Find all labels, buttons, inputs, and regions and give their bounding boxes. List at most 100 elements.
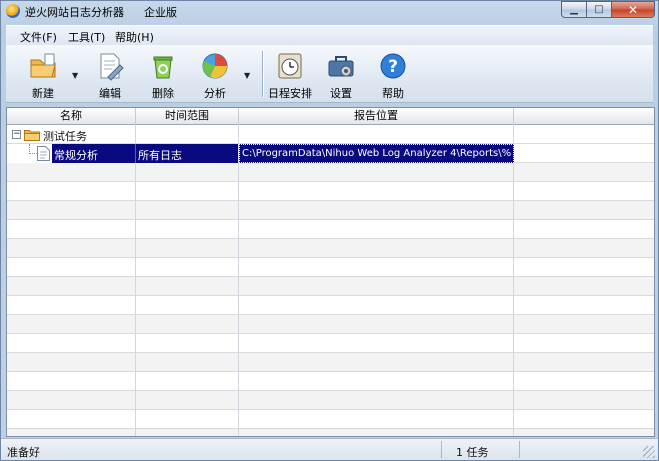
task-grid[interactable]: 名称 时间范围 报告位置 − 测试任务 常规分析 所有日志 C:\Program… xyxy=(6,107,655,437)
empty-row xyxy=(7,296,654,315)
empty-cell xyxy=(136,372,239,391)
menu-help[interactable]: 帮助(H) xyxy=(115,29,154,45)
status-text: 准备好 xyxy=(7,446,40,459)
empty-row xyxy=(7,353,654,372)
app-logo-icon xyxy=(6,4,20,18)
task-count: 1 任务 xyxy=(456,446,489,459)
window-title: 逆火网站日志分析器 xyxy=(25,6,124,19)
resize-grip-icon[interactable] xyxy=(643,446,655,458)
column-header-time-range[interactable]: 时间范围 xyxy=(136,108,239,125)
column-header-extra[interactable] xyxy=(514,108,654,125)
empty-cell xyxy=(136,334,239,353)
toolbar: 新建 ▼ 编辑 删除 分析 ▼ 日程安排 设置 ? 帮助 xyxy=(6,45,653,103)
empty-cell xyxy=(239,296,514,315)
empty-cell xyxy=(514,410,654,429)
empty-cell xyxy=(136,296,239,315)
empty-cell xyxy=(7,410,136,429)
empty-cell xyxy=(7,391,136,410)
delete-button[interactable]: 删除 xyxy=(139,49,187,101)
empty-row xyxy=(7,334,654,353)
empty-cell xyxy=(136,353,239,372)
table-row-task[interactable]: 常规分析 所有日志 C:\ProgramData\Nihuo Web Log A… xyxy=(7,144,654,163)
empty-cell xyxy=(514,258,654,277)
empty-cell xyxy=(7,258,136,277)
table-row-group[interactable]: − 测试任务 xyxy=(7,125,654,144)
recycle-bin-icon xyxy=(153,56,173,79)
edit-button-label: 编辑 xyxy=(99,87,121,100)
window-controls: ▁ □ ✕ xyxy=(561,1,655,18)
help-button[interactable]: ? 帮助 xyxy=(369,49,417,101)
empty-row xyxy=(7,163,654,182)
empty-cell xyxy=(239,163,514,182)
edit-button[interactable]: 编辑 xyxy=(86,49,134,101)
collapse-icon[interactable]: − xyxy=(12,130,21,139)
empty-cell xyxy=(7,201,136,220)
empty-cell xyxy=(136,201,239,220)
menu-tools[interactable]: 工具(T) xyxy=(68,29,105,45)
title-bar[interactable]: 逆火网站日志分析器 企业版 ▁ □ ✕ xyxy=(1,1,658,21)
delete-button-label: 删除 xyxy=(152,87,174,100)
empty-cell xyxy=(136,182,239,201)
empty-cell xyxy=(7,353,136,372)
empty-row xyxy=(7,429,654,436)
empty-cell xyxy=(239,220,514,239)
column-header-report-location[interactable]: 报告位置 xyxy=(239,108,514,125)
empty-cell xyxy=(239,239,514,258)
analyze-button[interactable]: 分析 xyxy=(191,49,239,101)
empty-cell xyxy=(136,429,239,436)
help-button-label: 帮助 xyxy=(382,87,404,100)
empty-cell xyxy=(239,277,514,296)
empty-cell xyxy=(239,315,514,334)
empty-cell xyxy=(239,182,514,201)
menu-file[interactable]: 文件(F) xyxy=(20,29,57,45)
help-icon: ? xyxy=(380,53,406,79)
empty-cell xyxy=(514,277,654,296)
empty-cell xyxy=(136,163,239,182)
close-icon: ✕ xyxy=(627,2,639,17)
close-button[interactable]: ✕ xyxy=(612,1,655,18)
empty-cell xyxy=(136,410,239,429)
empty-cell xyxy=(7,334,136,353)
empty-row xyxy=(7,220,654,239)
cell-report-location xyxy=(239,125,514,144)
empty-cell xyxy=(136,239,239,258)
folder-icon xyxy=(24,130,40,141)
minimize-button[interactable]: ▁ xyxy=(561,1,587,18)
new-button[interactable]: 新建 xyxy=(19,49,67,101)
empty-cell xyxy=(239,391,514,410)
analyze-dropdown-icon[interactable]: ▼ xyxy=(244,71,250,80)
empty-cell xyxy=(514,239,654,258)
empty-cell xyxy=(239,429,514,436)
empty-cell xyxy=(239,258,514,277)
empty-cell xyxy=(136,220,239,239)
edition-label: 企业版 xyxy=(144,6,177,19)
svg-text:?: ? xyxy=(388,57,398,77)
empty-cell xyxy=(239,334,514,353)
empty-row xyxy=(7,201,654,220)
empty-cell xyxy=(514,163,654,182)
clock-icon xyxy=(278,53,302,79)
settings-button[interactable]: 设置 xyxy=(317,49,365,101)
status-bar: 准备好 1 任务 xyxy=(1,438,658,460)
empty-cell xyxy=(7,163,136,182)
cell-report-location: C:\ProgramData\Nihuo Web Log Analyzer 4\… xyxy=(239,144,514,163)
empty-cell xyxy=(136,391,239,410)
cell-extra xyxy=(514,144,654,163)
empty-cell xyxy=(7,315,136,334)
maximize-icon: □ xyxy=(594,4,604,15)
empty-cell xyxy=(7,277,136,296)
empty-cell xyxy=(514,334,654,353)
empty-cell xyxy=(514,315,654,334)
maximize-button[interactable]: □ xyxy=(587,1,612,18)
new-button-label: 新建 xyxy=(32,87,54,100)
empty-cell xyxy=(136,315,239,334)
column-header-name[interactable]: 名称 xyxy=(7,108,136,125)
empty-cell xyxy=(239,372,514,391)
empty-cell xyxy=(239,410,514,429)
new-dropdown-icon[interactable]: ▼ xyxy=(72,71,78,80)
schedule-button[interactable]: 日程安排 xyxy=(264,49,316,101)
empty-cell xyxy=(7,429,136,436)
empty-cell xyxy=(239,353,514,372)
empty-cell xyxy=(7,372,136,391)
tree-connector xyxy=(29,144,37,154)
